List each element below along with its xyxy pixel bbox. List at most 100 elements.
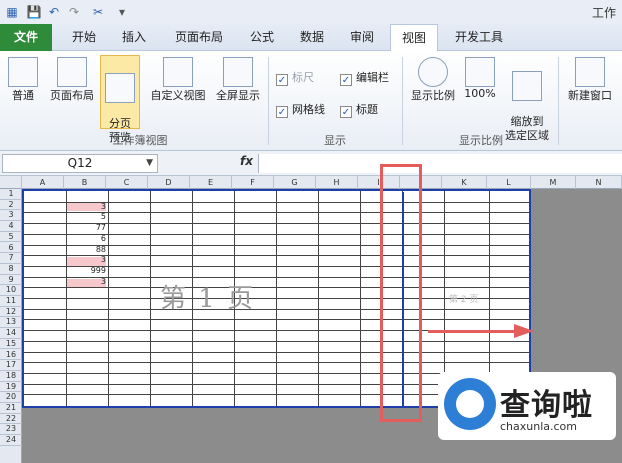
row-header[interactable]: 22	[0, 414, 22, 425]
cell-value[interactable]: 3	[66, 202, 106, 213]
zoom-button[interactable]: 显示比例	[406, 57, 460, 113]
search-logo-icon	[444, 378, 496, 430]
new-window-button[interactable]: 新建窗口	[562, 57, 618, 113]
tab-insert[interactable]: 插入	[112, 24, 156, 51]
insert-function-icon[interactable]: fx	[240, 154, 253, 168]
logo-brand-name: 查询啦	[500, 388, 593, 423]
group-separator	[558, 57, 559, 145]
name-box[interactable]: Q12 ▼	[2, 154, 158, 173]
column-headers: A B C D E F G H I J K L M N	[0, 176, 622, 189]
tab-view[interactable]: 视图	[390, 24, 438, 52]
row-header[interactable]: 1	[0, 189, 22, 200]
zoom-selection-icon	[512, 71, 542, 101]
row-header[interactable]: 17	[0, 360, 22, 371]
normal-view-button[interactable]: 普通	[4, 57, 42, 113]
brand-logo: 查询啦 chaxunla.com	[438, 372, 616, 440]
drag-arrow-shaft	[428, 330, 516, 333]
full-screen-button[interactable]: 全屏显示	[212, 57, 264, 113]
row-header[interactable]: 16	[0, 350, 22, 361]
page-layout-view-button[interactable]: 页面布局	[46, 57, 98, 113]
row-header[interactable]: 4	[0, 221, 22, 232]
undo-icon[interactable]: ↶	[46, 4, 62, 20]
row-header[interactable]: 6	[0, 243, 22, 254]
grid-row-line	[24, 351, 529, 353]
tab-file[interactable]: 文件	[0, 24, 52, 51]
row-header[interactable]: 9	[0, 275, 22, 286]
zoom-100-button[interactable]: 100%	[462, 57, 498, 113]
save-icon[interactable]: 💾	[26, 4, 42, 20]
gridlines-checkbox[interactable]: ✓ 网格线	[276, 101, 325, 118]
grid-row-line	[24, 362, 529, 364]
select-all-corner[interactable]	[0, 176, 22, 189]
column-header[interactable]: F	[232, 176, 274, 189]
row-header[interactable]: 5	[0, 232, 22, 243]
tab-formulas[interactable]: 公式	[240, 24, 284, 51]
cell-value[interactable]: 77	[66, 223, 106, 234]
row-header[interactable]: 23	[0, 424, 22, 436]
headings-checkbox[interactable]: ✓ 标题	[340, 101, 378, 118]
row-header[interactable]: 10	[0, 285, 22, 296]
row-header[interactable]: 2	[0, 200, 22, 211]
redo-icon[interactable]: ↷	[66, 4, 82, 20]
format-painter-icon[interactable]: ✂	[90, 4, 106, 20]
cell-value[interactable]: 6	[66, 234, 106, 245]
row-header[interactable]: 13	[0, 317, 22, 329]
column-header[interactable]: G	[274, 176, 316, 189]
tab-page-layout[interactable]: 页面布局	[164, 24, 234, 51]
group-label-workbook-views: 工作簿视图	[112, 134, 168, 147]
row-header[interactable]: 7	[0, 253, 22, 264]
chevron-down-icon[interactable]: ▼	[146, 155, 153, 172]
cell-value[interactable]: 3	[66, 255, 106, 266]
tab-developer[interactable]: 开发工具	[446, 24, 512, 51]
new-window-icon	[575, 57, 605, 87]
customize-icon[interactable]: ▾	[114, 4, 130, 20]
zoom-100-label: 100%	[464, 87, 496, 100]
row-header[interactable]: 12	[0, 307, 22, 318]
row-header[interactable]: 3	[0, 210, 22, 222]
custom-views-icon	[163, 57, 193, 87]
row-header[interactable]: 11	[0, 296, 22, 307]
row-header[interactable]: 19	[0, 382, 22, 393]
row-header[interactable]: 8	[0, 264, 22, 275]
magnifier-icon	[418, 57, 448, 87]
excel-logo-icon: ▦	[6, 5, 18, 19]
column-header[interactable]: B	[64, 176, 106, 189]
group-label-zoom: 显示比例	[459, 134, 503, 147]
tab-home[interactable]: 开始	[60, 24, 108, 51]
checkbox-check-icon: ✓	[276, 74, 288, 86]
custom-views-button[interactable]: 自定义视图	[146, 57, 210, 113]
column-header[interactable]: A	[22, 176, 64, 189]
window-title: 工作	[591, 6, 616, 20]
tab-review[interactable]: 审阅	[340, 24, 384, 51]
row-header[interactable]: 15	[0, 339, 22, 350]
page-break-preview-button[interactable]: 分页 预览	[100, 55, 140, 144]
column-header[interactable]: E	[190, 176, 232, 189]
cell-value[interactable]: 999	[66, 266, 106, 277]
column-header[interactable]: N	[576, 176, 622, 189]
row-header[interactable]: 18	[0, 371, 22, 382]
column-header[interactable]: M	[531, 176, 576, 189]
column-header[interactable]: K	[442, 176, 487, 189]
row-header[interactable]: 21	[0, 403, 22, 414]
cell-value[interactable]: 3	[66, 277, 106, 288]
column-header[interactable]: C	[106, 176, 148, 189]
ruler-checkbox[interactable]: ✓ 标尺	[276, 69, 314, 86]
cell-value[interactable]: 5	[66, 212, 106, 223]
page-layout-icon	[57, 57, 87, 87]
zoom-to-selection-button[interactable]: 缩放到 选定区域	[500, 57, 554, 142]
column-header[interactable]: H	[316, 176, 358, 189]
row-headers: 1 2 3 4 5 6 7 8 9 10 11 12 13 14 15 16 17 18 19 20 21 22 23 24	[0, 189, 22, 463]
highlight-rectangle	[380, 164, 422, 422]
column-header[interactable]: L	[487, 176, 531, 189]
row-header[interactable]: 14	[0, 328, 22, 339]
grid-row-line	[24, 287, 529, 289]
column-header[interactable]: D	[148, 176, 190, 189]
group-separator	[402, 57, 403, 145]
formula-bar-checkbox[interactable]: ✓ 编辑栏	[340, 69, 389, 86]
formula-input[interactable]	[258, 154, 622, 173]
cell-value[interactable]: 88	[66, 245, 106, 256]
row-header[interactable]: 20	[0, 392, 22, 403]
tab-data[interactable]: 数据	[290, 24, 334, 51]
ribbon-tabs: 文件 开始 插入 页面布局 公式 数据 审阅 视图 开发工具	[0, 24, 622, 52]
row-header[interactable]: 24	[0, 435, 22, 446]
